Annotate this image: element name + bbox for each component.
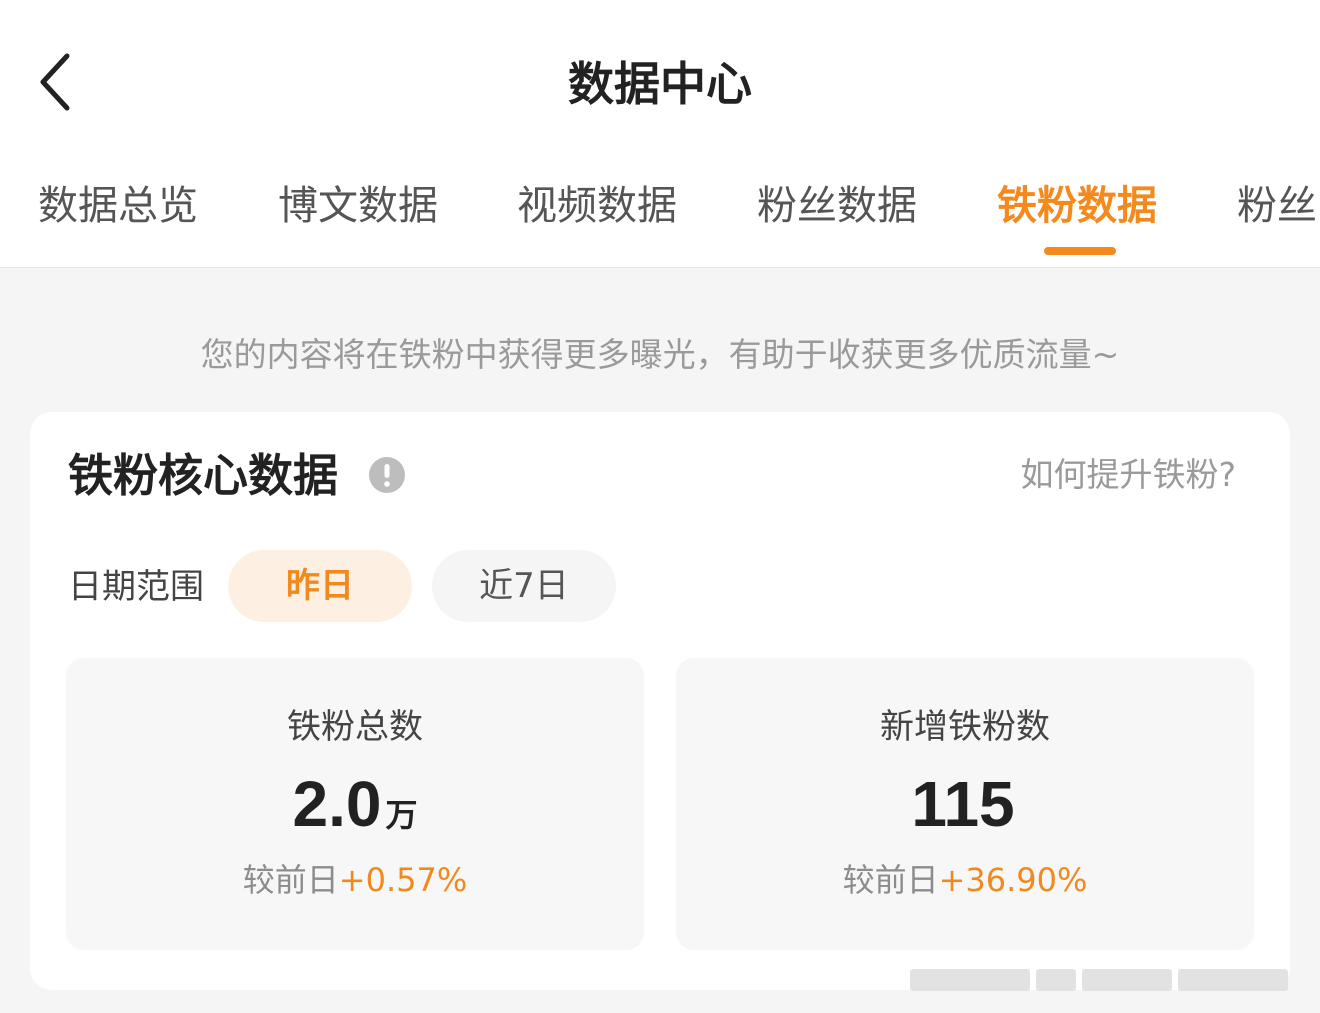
tab-bar: 数据总览 博文数据 视频数据 粉丝数据 铁粉数据 粉丝 xyxy=(0,170,1320,268)
date-option-7days[interactable]: 近7日 xyxy=(432,550,616,622)
stat-unit: 万 xyxy=(385,797,418,833)
stat-compare: 较前日+0.57% xyxy=(66,856,644,904)
stat-value-wrap: 2.0 万 xyxy=(66,764,644,855)
page: 数据中心 数据总览 博文数据 视频数据 粉丝数据 铁粉数据 粉丝 您的内容将在铁… xyxy=(0,0,1320,1013)
card-title: 铁粉核心数据 xyxy=(68,449,339,502)
change-value: +0.57% xyxy=(338,861,468,899)
stat-value-wrap: 115 xyxy=(676,764,1254,855)
date-range-label: 日期范围 xyxy=(68,567,204,607)
change-value: +36.90% xyxy=(938,861,1088,899)
header: 数据中心 数据总览 博文数据 视频数据 粉丝数据 铁粉数据 粉丝 xyxy=(0,0,1320,268)
stat-value: 2.0 xyxy=(292,768,382,840)
watermark-bar xyxy=(1178,969,1288,991)
watermark-bar xyxy=(1082,969,1172,991)
tab-post-data[interactable]: 博文数据 xyxy=(278,178,438,234)
watermark-bar xyxy=(1036,969,1076,991)
watermark-bar xyxy=(910,969,1030,991)
date-option-yesterday[interactable]: 昨日 xyxy=(228,550,412,622)
tab-fans-data[interactable]: 粉丝数据 xyxy=(757,178,917,234)
stat-label: 新增铁粉数 xyxy=(880,707,1050,747)
tab-video-data[interactable]: 视频数据 xyxy=(517,178,677,234)
iron-fans-core-card: 铁粉核心数据 如何提升铁粉? 日期范围 昨日 近7日 铁粉总数 2.0 万 较前日… xyxy=(30,412,1290,990)
tab-iron-fans-data[interactable]: 铁粉数据 xyxy=(997,178,1157,234)
stat-label: 铁粉总数 xyxy=(287,707,423,747)
active-tab-indicator xyxy=(1044,247,1116,255)
stat-total-iron-fans: 铁粉总数 2.0 万 较前日+0.57% xyxy=(66,658,644,950)
stat-value: 115 xyxy=(911,768,1015,840)
compare-label: 较前日 xyxy=(242,861,339,899)
stat-compare: 较前日+36.90% xyxy=(676,856,1254,904)
watermark xyxy=(910,962,1310,998)
exclamation-circle-icon[interactable] xyxy=(368,456,406,494)
compare-label: 较前日 xyxy=(842,861,939,899)
page-title: 数据中心 xyxy=(568,57,752,111)
stat-new-iron-fans: 新增铁粉数 115 较前日+36.90% xyxy=(676,658,1254,950)
tab-fans-more[interactable]: 粉丝 xyxy=(1237,178,1317,234)
tip-text: 您的内容将在铁粉中获得更多曝光，有助于收获更多优质流量~ xyxy=(200,335,1120,374)
how-to-improve-link[interactable]: 如何提升铁粉? xyxy=(1020,450,1236,500)
tab-overview[interactable]: 数据总览 xyxy=(38,178,198,234)
